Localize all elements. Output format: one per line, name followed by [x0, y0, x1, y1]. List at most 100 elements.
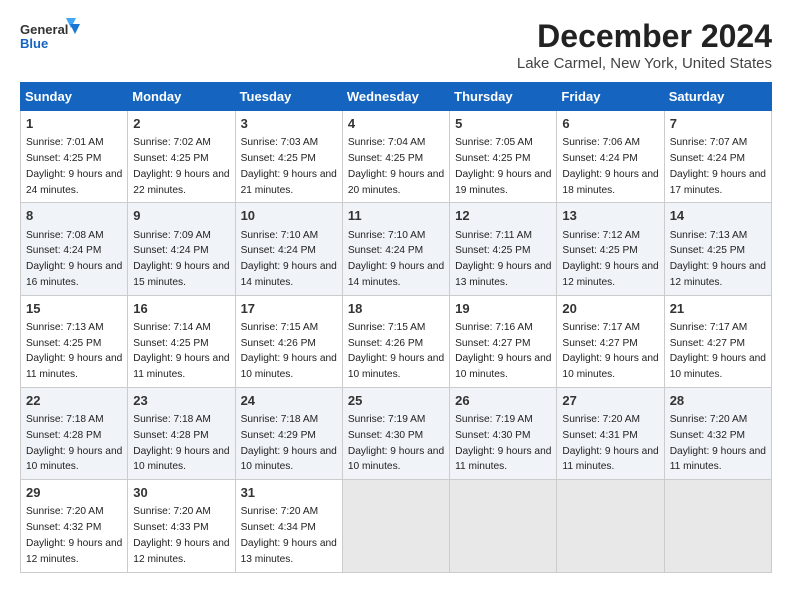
calendar-cell: 1 Sunrise: 7:01 AMSunset: 4:25 PMDayligh… — [21, 111, 128, 203]
calendar-cell: 30 Sunrise: 7:20 AMSunset: 4:33 PMDaylig… — [128, 480, 235, 572]
calendar-cell — [450, 480, 557, 572]
calendar-cell: 19 Sunrise: 7:16 AMSunset: 4:27 PMDaylig… — [450, 295, 557, 387]
calendar-cell: 21 Sunrise: 7:17 AMSunset: 4:27 PMDaylig… — [664, 295, 771, 387]
calendar-cell: 8 Sunrise: 7:08 AMSunset: 4:24 PMDayligh… — [21, 203, 128, 295]
calendar-week-row: 15 Sunrise: 7:13 AMSunset: 4:25 PMDaylig… — [21, 295, 772, 387]
calendar-cell: 17 Sunrise: 7:15 AMSunset: 4:26 PMDaylig… — [235, 295, 342, 387]
day-info: Sunrise: 7:13 AMSunset: 4:25 PMDaylight:… — [26, 322, 122, 380]
day-info: Sunrise: 7:20 AMSunset: 4:31 PMDaylight:… — [562, 414, 658, 472]
day-info: Sunrise: 7:18 AMSunset: 4:28 PMDaylight:… — [133, 414, 229, 472]
main-title: December 2024 — [517, 18, 772, 55]
svg-text:General: General — [20, 22, 68, 37]
page-header: General Blue December 2024 Lake Carmel, … — [20, 18, 772, 72]
header-day-wednesday: Wednesday — [342, 83, 449, 111]
day-number: 20 — [562, 300, 658, 318]
day-info: Sunrise: 7:15 AMSunset: 4:26 PMDaylight:… — [241, 322, 337, 380]
day-info: Sunrise: 7:17 AMSunset: 4:27 PMDaylight:… — [562, 322, 658, 380]
day-number: 27 — [562, 392, 658, 410]
calendar-cell — [557, 480, 664, 572]
day-info: Sunrise: 7:17 AMSunset: 4:27 PMDaylight:… — [670, 322, 766, 380]
day-number: 30 — [133, 484, 229, 502]
calendar-week-row: 22 Sunrise: 7:18 AMSunset: 4:28 PMDaylig… — [21, 387, 772, 479]
calendar-cell: 14 Sunrise: 7:13 AMSunset: 4:25 PMDaylig… — [664, 203, 771, 295]
day-info: Sunrise: 7:02 AMSunset: 4:25 PMDaylight:… — [133, 137, 229, 195]
calendar-cell: 18 Sunrise: 7:15 AMSunset: 4:26 PMDaylig… — [342, 295, 449, 387]
day-number: 12 — [455, 207, 551, 225]
day-number: 19 — [455, 300, 551, 318]
calendar: SundayMondayTuesdayWednesdayThursdayFrid… — [20, 82, 772, 573]
header-day-sunday: Sunday — [21, 83, 128, 111]
day-number: 18 — [348, 300, 444, 318]
calendar-cell: 13 Sunrise: 7:12 AMSunset: 4:25 PMDaylig… — [557, 203, 664, 295]
day-number: 31 — [241, 484, 337, 502]
day-number: 2 — [133, 115, 229, 133]
day-number: 13 — [562, 207, 658, 225]
day-info: Sunrise: 7:18 AMSunset: 4:28 PMDaylight:… — [26, 414, 122, 472]
day-info: Sunrise: 7:19 AMSunset: 4:30 PMDaylight:… — [348, 414, 444, 472]
calendar-cell: 29 Sunrise: 7:20 AMSunset: 4:32 PMDaylig… — [21, 480, 128, 572]
day-number: 15 — [26, 300, 122, 318]
calendar-header-row: SundayMondayTuesdayWednesdayThursdayFrid… — [21, 83, 772, 111]
calendar-cell: 9 Sunrise: 7:09 AMSunset: 4:24 PMDayligh… — [128, 203, 235, 295]
calendar-cell: 25 Sunrise: 7:19 AMSunset: 4:30 PMDaylig… — [342, 387, 449, 479]
calendar-cell: 2 Sunrise: 7:02 AMSunset: 4:25 PMDayligh… — [128, 111, 235, 203]
day-info: Sunrise: 7:19 AMSunset: 4:30 PMDaylight:… — [455, 414, 551, 472]
day-info: Sunrise: 7:20 AMSunset: 4:33 PMDaylight:… — [133, 506, 229, 564]
calendar-cell: 6 Sunrise: 7:06 AMSunset: 4:24 PMDayligh… — [557, 111, 664, 203]
day-number: 26 — [455, 392, 551, 410]
day-info: Sunrise: 7:01 AMSunset: 4:25 PMDaylight:… — [26, 137, 122, 195]
calendar-cell: 3 Sunrise: 7:03 AMSunset: 4:25 PMDayligh… — [235, 111, 342, 203]
day-info: Sunrise: 7:20 AMSunset: 4:34 PMDaylight:… — [241, 506, 337, 564]
calendar-cell: 20 Sunrise: 7:17 AMSunset: 4:27 PMDaylig… — [557, 295, 664, 387]
day-info: Sunrise: 7:15 AMSunset: 4:26 PMDaylight:… — [348, 322, 444, 380]
calendar-cell: 4 Sunrise: 7:04 AMSunset: 4:25 PMDayligh… — [342, 111, 449, 203]
calendar-cell: 26 Sunrise: 7:19 AMSunset: 4:30 PMDaylig… — [450, 387, 557, 479]
calendar-cell: 7 Sunrise: 7:07 AMSunset: 4:24 PMDayligh… — [664, 111, 771, 203]
calendar-cell — [664, 480, 771, 572]
subtitle: Lake Carmel, New York, United States — [517, 55, 772, 72]
day-number: 23 — [133, 392, 229, 410]
day-number: 29 — [26, 484, 122, 502]
calendar-cell — [342, 480, 449, 572]
day-info: Sunrise: 7:04 AMSunset: 4:25 PMDaylight:… — [348, 137, 444, 195]
day-number: 9 — [133, 207, 229, 225]
calendar-cell: 11 Sunrise: 7:10 AMSunset: 4:24 PMDaylig… — [342, 203, 449, 295]
day-info: Sunrise: 7:06 AMSunset: 4:24 PMDaylight:… — [562, 137, 658, 195]
svg-text:Blue: Blue — [20, 36, 48, 51]
calendar-cell: 12 Sunrise: 7:11 AMSunset: 4:25 PMDaylig… — [450, 203, 557, 295]
calendar-week-row: 8 Sunrise: 7:08 AMSunset: 4:24 PMDayligh… — [21, 203, 772, 295]
header-day-saturday: Saturday — [664, 83, 771, 111]
logo: General Blue — [20, 18, 80, 62]
day-number: 17 — [241, 300, 337, 318]
day-info: Sunrise: 7:13 AMSunset: 4:25 PMDaylight:… — [670, 230, 766, 288]
calendar-week-row: 1 Sunrise: 7:01 AMSunset: 4:25 PMDayligh… — [21, 111, 772, 203]
calendar-cell: 5 Sunrise: 7:05 AMSunset: 4:25 PMDayligh… — [450, 111, 557, 203]
day-info: Sunrise: 7:08 AMSunset: 4:24 PMDaylight:… — [26, 230, 122, 288]
day-number: 1 — [26, 115, 122, 133]
calendar-cell: 10 Sunrise: 7:10 AMSunset: 4:24 PMDaylig… — [235, 203, 342, 295]
header-day-monday: Monday — [128, 83, 235, 111]
calendar-cell: 27 Sunrise: 7:20 AMSunset: 4:31 PMDaylig… — [557, 387, 664, 479]
day-number: 22 — [26, 392, 122, 410]
day-number: 7 — [670, 115, 766, 133]
day-number: 4 — [348, 115, 444, 133]
day-info: Sunrise: 7:16 AMSunset: 4:27 PMDaylight:… — [455, 322, 551, 380]
day-info: Sunrise: 7:03 AMSunset: 4:25 PMDaylight:… — [241, 137, 337, 195]
calendar-cell: 31 Sunrise: 7:20 AMSunset: 4:34 PMDaylig… — [235, 480, 342, 572]
day-number: 10 — [241, 207, 337, 225]
day-number: 24 — [241, 392, 337, 410]
calendar-cell: 16 Sunrise: 7:14 AMSunset: 4:25 PMDaylig… — [128, 295, 235, 387]
day-info: Sunrise: 7:10 AMSunset: 4:24 PMDaylight:… — [348, 230, 444, 288]
day-number: 16 — [133, 300, 229, 318]
title-block: December 2024 Lake Carmel, New York, Uni… — [517, 18, 772, 72]
day-info: Sunrise: 7:05 AMSunset: 4:25 PMDaylight:… — [455, 137, 551, 195]
calendar-cell: 24 Sunrise: 7:18 AMSunset: 4:29 PMDaylig… — [235, 387, 342, 479]
day-info: Sunrise: 7:10 AMSunset: 4:24 PMDaylight:… — [241, 230, 337, 288]
calendar-cell: 22 Sunrise: 7:18 AMSunset: 4:28 PMDaylig… — [21, 387, 128, 479]
day-info: Sunrise: 7:18 AMSunset: 4:29 PMDaylight:… — [241, 414, 337, 472]
calendar-week-row: 29 Sunrise: 7:20 AMSunset: 4:32 PMDaylig… — [21, 480, 772, 572]
calendar-cell: 23 Sunrise: 7:18 AMSunset: 4:28 PMDaylig… — [128, 387, 235, 479]
day-number: 5 — [455, 115, 551, 133]
day-info: Sunrise: 7:12 AMSunset: 4:25 PMDaylight:… — [562, 230, 658, 288]
day-info: Sunrise: 7:20 AMSunset: 4:32 PMDaylight:… — [26, 506, 122, 564]
